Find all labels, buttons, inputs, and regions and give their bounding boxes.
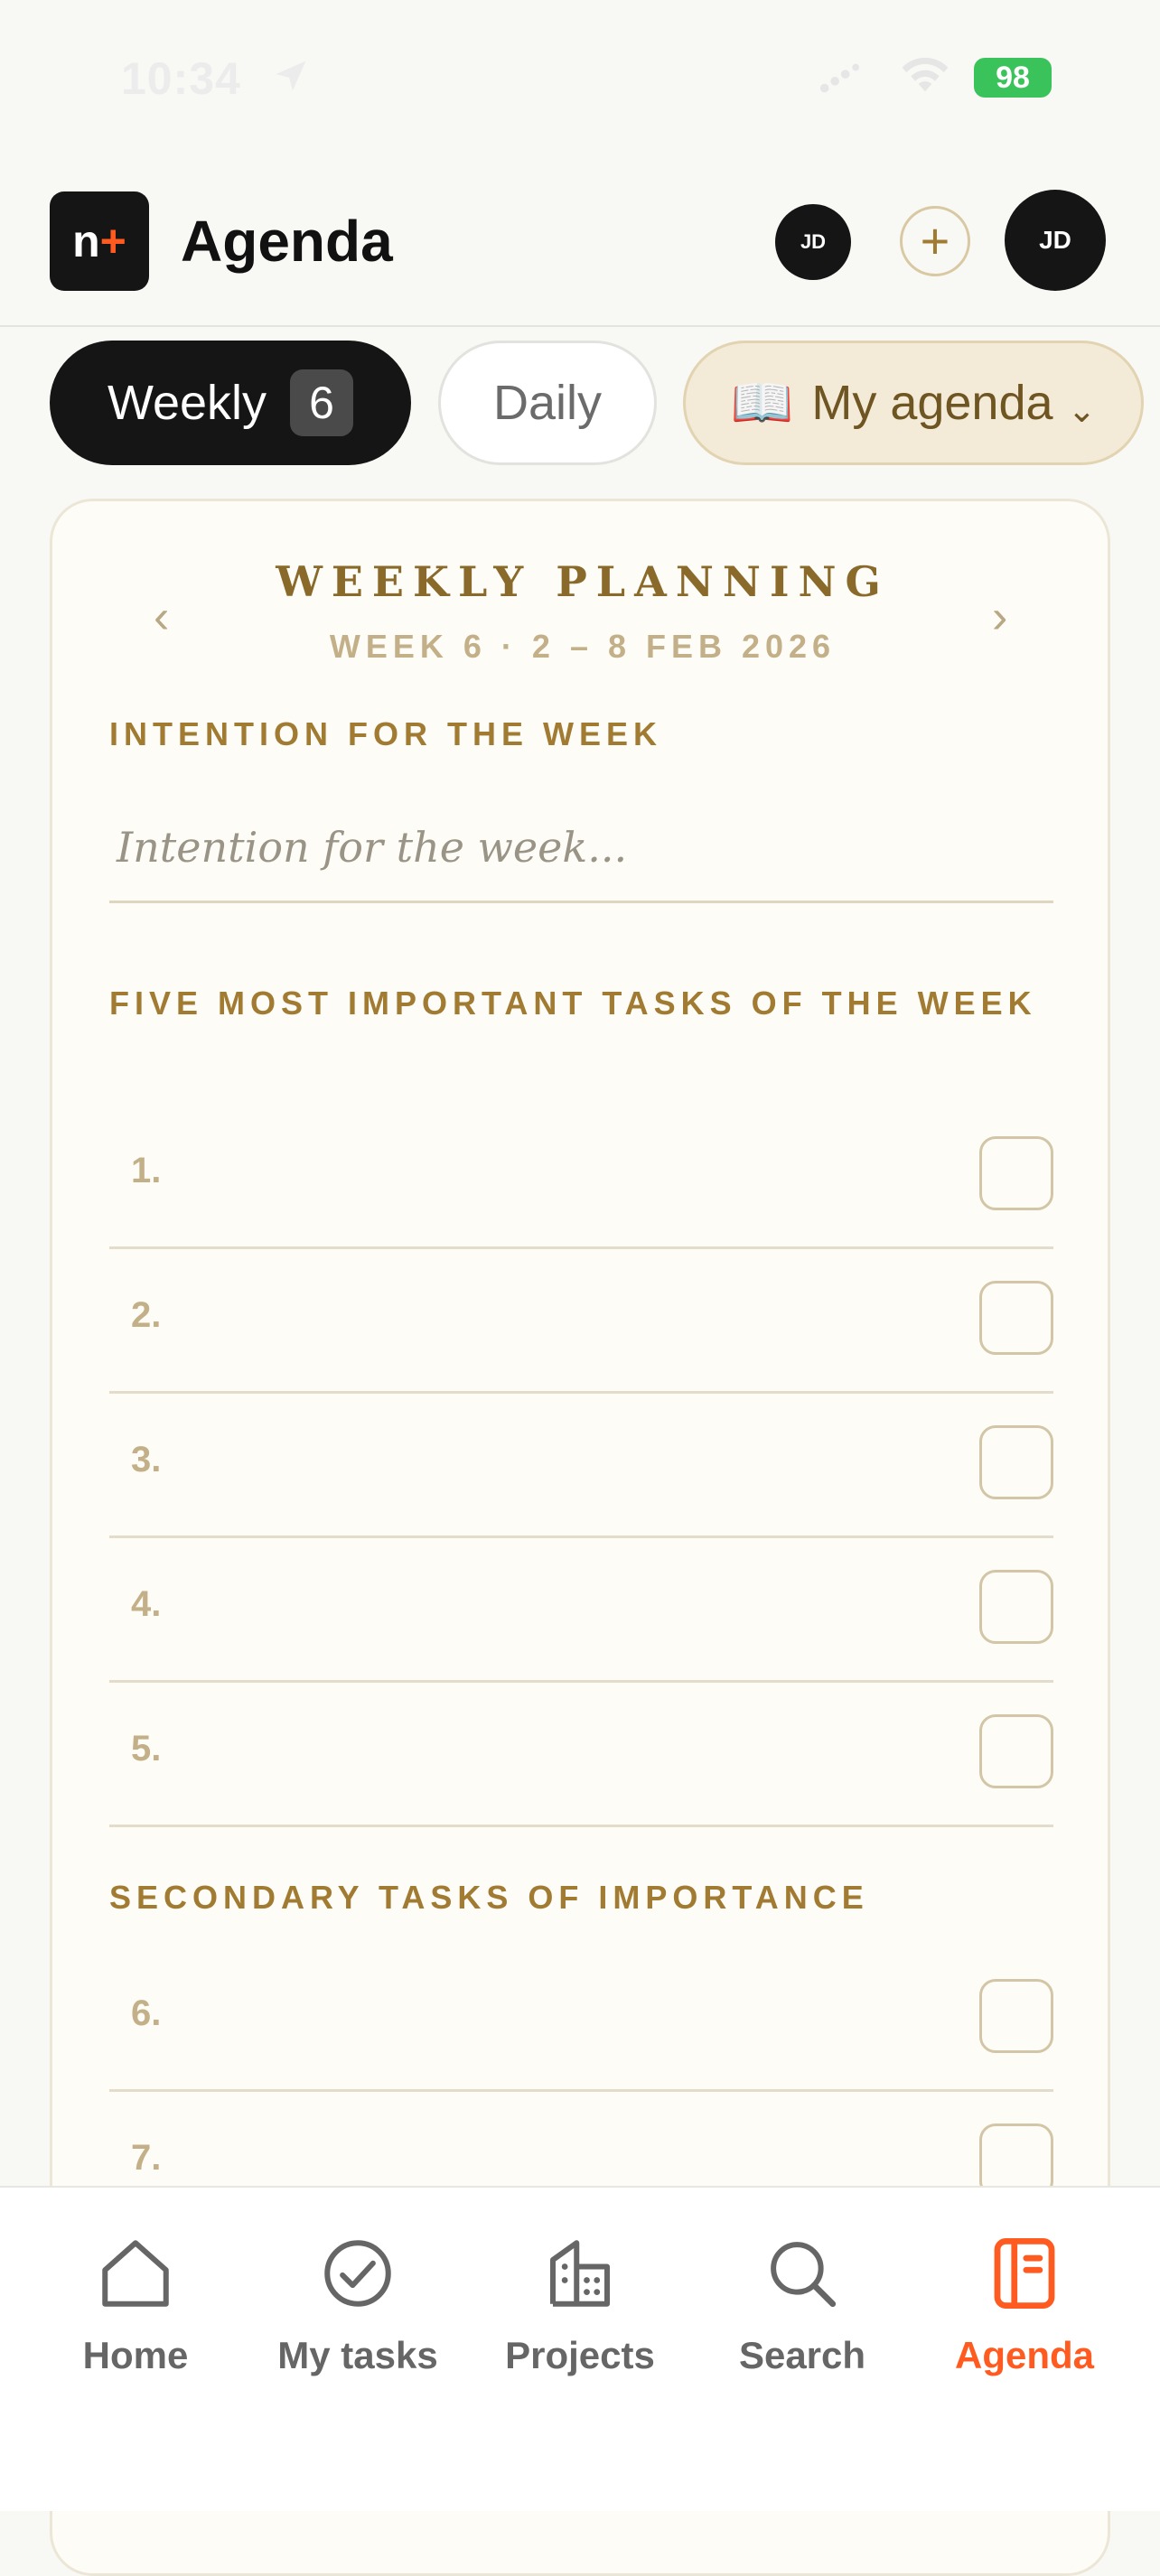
status-bar: 10:34 98 xyxy=(0,0,1160,154)
task-row[interactable]: 4. xyxy=(109,1535,1053,1683)
intention-placeholder: Intention for the week... xyxy=(117,823,628,872)
agenda-book-icon xyxy=(994,2238,1055,2309)
logo-letter: n xyxy=(72,216,100,266)
secondary-tasks-heading: SECONDARY TASKS OF IMPORTANCE xyxy=(109,1879,869,1916)
task-number: 2. xyxy=(131,1295,162,1335)
wifi-icon xyxy=(902,57,949,92)
top-tasks-heading: FIVE MOST IMPORTANT TASKS OF THE WEEK xyxy=(109,985,1037,1022)
nav-home[interactable]: Home xyxy=(45,2233,226,2377)
task-checkbox[interactable] xyxy=(979,1136,1053,1210)
task-checkbox[interactable] xyxy=(979,1979,1053,2053)
status-time: 10:34 xyxy=(121,53,241,104)
intention-heading: INTENTION FOR THE WEEK xyxy=(109,715,662,752)
nav-my-tasks[interactable]: My tasks xyxy=(267,2233,448,2377)
task-checkbox[interactable] xyxy=(979,1714,1053,1788)
tab-weekly-label: Weekly xyxy=(107,376,267,430)
nav-search[interactable]: Search xyxy=(712,2233,893,2377)
cellular-icon xyxy=(819,63,859,93)
week-number-badge: 6 xyxy=(290,369,354,436)
task-number: 4. xyxy=(131,1584,162,1624)
task-checkbox[interactable] xyxy=(979,1281,1053,1355)
battery-level: 98 xyxy=(996,60,1030,95)
nav-projects-label: Projects xyxy=(505,2334,655,2376)
app-logo[interactable]: n + xyxy=(50,191,149,291)
nav-my-tasks-label: My tasks xyxy=(277,2334,438,2376)
avatar-small[interactable]: JD xyxy=(775,204,851,280)
page-title: Agenda xyxy=(181,209,393,274)
bottom-tab-bar: Home My tasks Projects Search Agenda xyxy=(0,2186,1160,2511)
task-row[interactable]: 2. xyxy=(109,1246,1053,1394)
week-range: WEEK 6 · 2 – 8 FEB 2026 xyxy=(329,628,837,665)
task-number: 5. xyxy=(131,1729,162,1769)
app-header: n + Agenda JD + JD xyxy=(0,190,1160,327)
building-icon xyxy=(550,2240,610,2307)
check-circle-icon xyxy=(324,2240,391,2307)
task-number: 7. xyxy=(131,2138,162,2178)
location-icon xyxy=(276,61,306,91)
planner-title: WEEKLY PLANNING xyxy=(276,557,890,606)
task-checkbox[interactable] xyxy=(979,1570,1053,1644)
task-number: 6. xyxy=(131,1993,162,2033)
search-icon xyxy=(771,2242,837,2308)
tab-daily-label: Daily xyxy=(492,376,603,430)
task-row[interactable]: 6. xyxy=(109,1945,1053,2092)
task-number: 1. xyxy=(131,1151,162,1190)
logo-plus: + xyxy=(99,216,126,266)
nav-agenda[interactable]: Agenda xyxy=(934,2233,1115,2377)
chevron-down-icon: ⌄ xyxy=(1067,391,1097,430)
task-number: 3. xyxy=(131,1440,162,1479)
task-row[interactable]: 1. xyxy=(109,1102,1053,1249)
add-button[interactable]: + xyxy=(900,206,970,276)
task-row[interactable]: 5. xyxy=(109,1680,1053,1827)
book-icon: 📖 xyxy=(730,374,794,431)
home-icon xyxy=(102,2240,169,2307)
nav-projects[interactable]: Projects xyxy=(490,2233,670,2377)
task-row[interactable]: 3. xyxy=(109,1391,1053,1538)
tab-weekly[interactable]: Weekly 6 xyxy=(50,341,411,465)
intention-input[interactable]: Intention for the week... xyxy=(109,799,1053,903)
battery-icon: 98 xyxy=(974,58,1052,98)
nav-search-label: Search xyxy=(738,2334,866,2376)
nav-agenda-label: Agenda xyxy=(954,2334,1094,2376)
nav-home-label: Home xyxy=(82,2334,189,2376)
user-avatar[interactable]: JD xyxy=(1005,190,1106,291)
my-agenda-label: My agenda xyxy=(811,376,1053,430)
task-checkbox[interactable] xyxy=(979,1425,1053,1499)
my-agenda-dropdown[interactable]: 📖 My agenda ⌄ xyxy=(683,341,1144,465)
tab-daily[interactable]: Daily xyxy=(438,341,657,465)
